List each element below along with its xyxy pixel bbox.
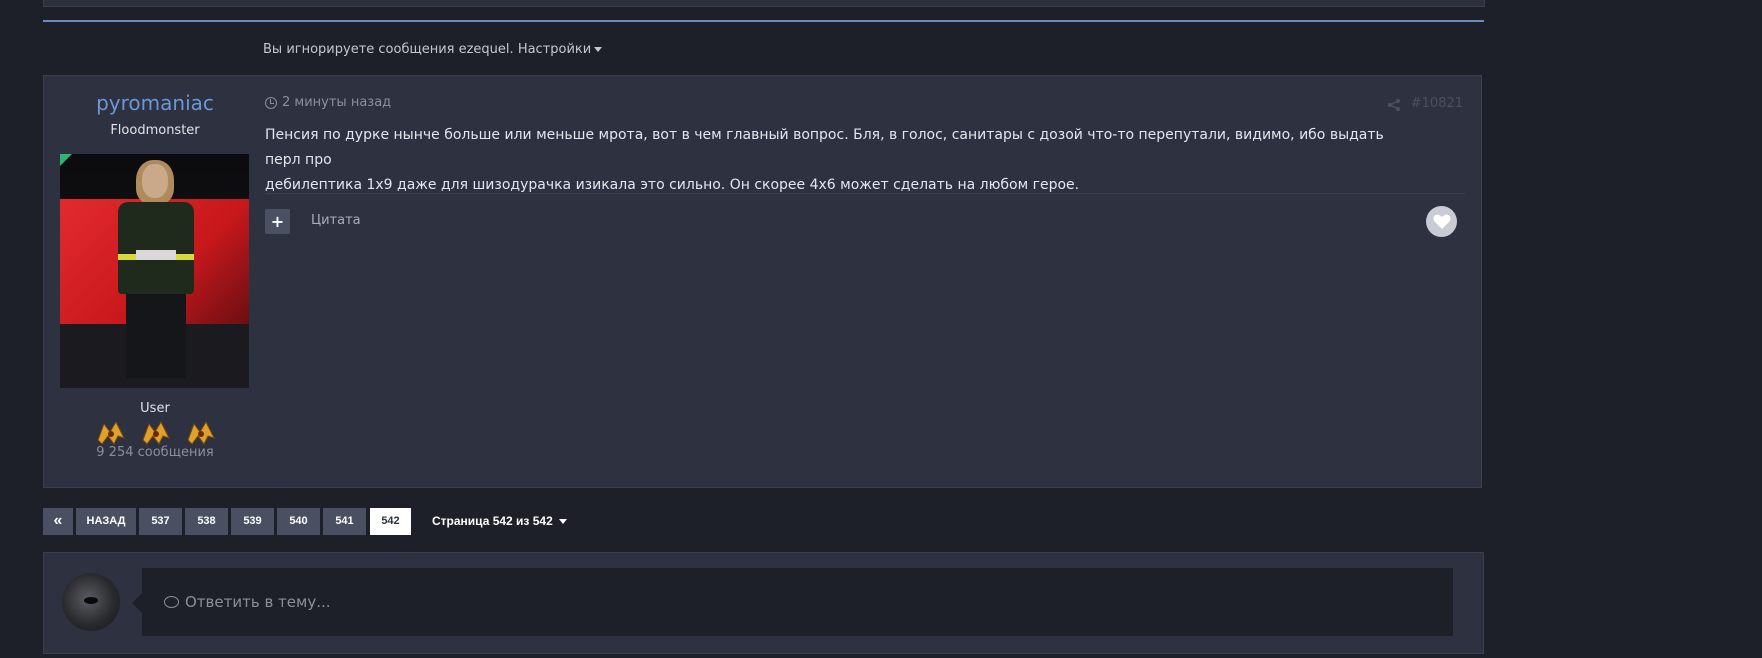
page-button[interactable]: 541: [323, 507, 366, 535]
avatar-jersey-logo: [136, 250, 176, 260]
post-number-link[interactable]: #10821: [1411, 96, 1463, 111]
caret-down-icon: [558, 518, 567, 524]
reply-placeholder: Ответить в тему...: [185, 593, 331, 611]
page-button[interactable]: 540: [277, 507, 320, 535]
post-time: 2 минуты назад: [282, 95, 392, 110]
author-group: User: [140, 401, 170, 416]
reply-input[interactable]: Ответить в тему...: [132, 568, 1453, 636]
page-button[interactable]: 537: [139, 507, 182, 535]
share-icon[interactable]: [1387, 98, 1401, 112]
section-divider: [43, 20, 1484, 22]
post-content-line: Пенсия по дурке нынче больше или меньше …: [265, 127, 1384, 168]
multiquote-button[interactable]: +: [265, 209, 290, 234]
rank-badges: [94, 418, 218, 448]
rank-badge-icon: [97, 420, 125, 445]
chevron-double-left-icon: «: [53, 512, 63, 529]
page-jump-dropdown[interactable]: Страница 542 из 542: [432, 514, 567, 528]
post-timestamp[interactable]: 2 минуты назад: [265, 95, 391, 110]
avatar-eye: [84, 597, 98, 604]
page-info-label: Страница 542 из 542: [432, 514, 553, 528]
ignored-notice: Вы игнорируете сообщения ezequel. Настро…: [263, 42, 603, 57]
avatar-jersey: [118, 202, 194, 294]
author-name-link[interactable]: pyromaniac: [44, 91, 266, 115]
post-divider: [265, 193, 1465, 194]
author-column: pyromaniac Floodmonster User 9 254 сообщ…: [44, 76, 266, 487]
clock-icon: [265, 96, 277, 109]
online-indicator: [60, 154, 72, 166]
current-page-button[interactable]: 542: [370, 507, 411, 535]
heart-icon: [1433, 214, 1450, 229]
caret-down-icon: [594, 47, 603, 52]
page-button[interactable]: 538: [185, 507, 228, 535]
forum-post: pyromaniac Floodmonster User 9 254 сообщ…: [43, 75, 1482, 488]
comment-icon: [164, 596, 179, 608]
prev-page-button[interactable]: НАЗАД: [76, 507, 136, 535]
rank-badge-icon: [187, 420, 215, 445]
author-title: Floodmonster: [110, 123, 200, 138]
first-page-button[interactable]: «: [43, 507, 73, 535]
rank-badge-icon: [142, 420, 170, 445]
post-content-line: дебилептика 1х9 даже для шизодурачка изи…: [265, 177, 1080, 193]
author-post-count: 9 254 сообщения: [96, 445, 214, 460]
previous-post-edge: [43, 0, 1485, 7]
page-button[interactable]: 539: [231, 507, 274, 535]
reply-box: Ответить в тему...: [43, 552, 1484, 654]
settings-label: Настройки: [517, 42, 592, 57]
post-content: Пенсия по дурке нынче больше или меньше …: [265, 123, 1415, 198]
quote-button[interactable]: Цитата: [311, 213, 361, 228]
ignored-text: Вы игнорируете сообщения ezequel.: [263, 42, 514, 57]
plus-icon: +: [270, 212, 285, 231]
current-user-avatar: [62, 573, 120, 631]
avatar-legs: [126, 294, 186, 378]
like-button[interactable]: [1426, 206, 1457, 237]
author-avatar[interactable]: [60, 154, 249, 388]
pagination: « НАЗАД 537 538 539 540 541 542 Страница…: [43, 507, 567, 535]
avatar-face: [142, 164, 168, 198]
ignored-settings-link[interactable]: Настройки: [517, 42, 603, 57]
